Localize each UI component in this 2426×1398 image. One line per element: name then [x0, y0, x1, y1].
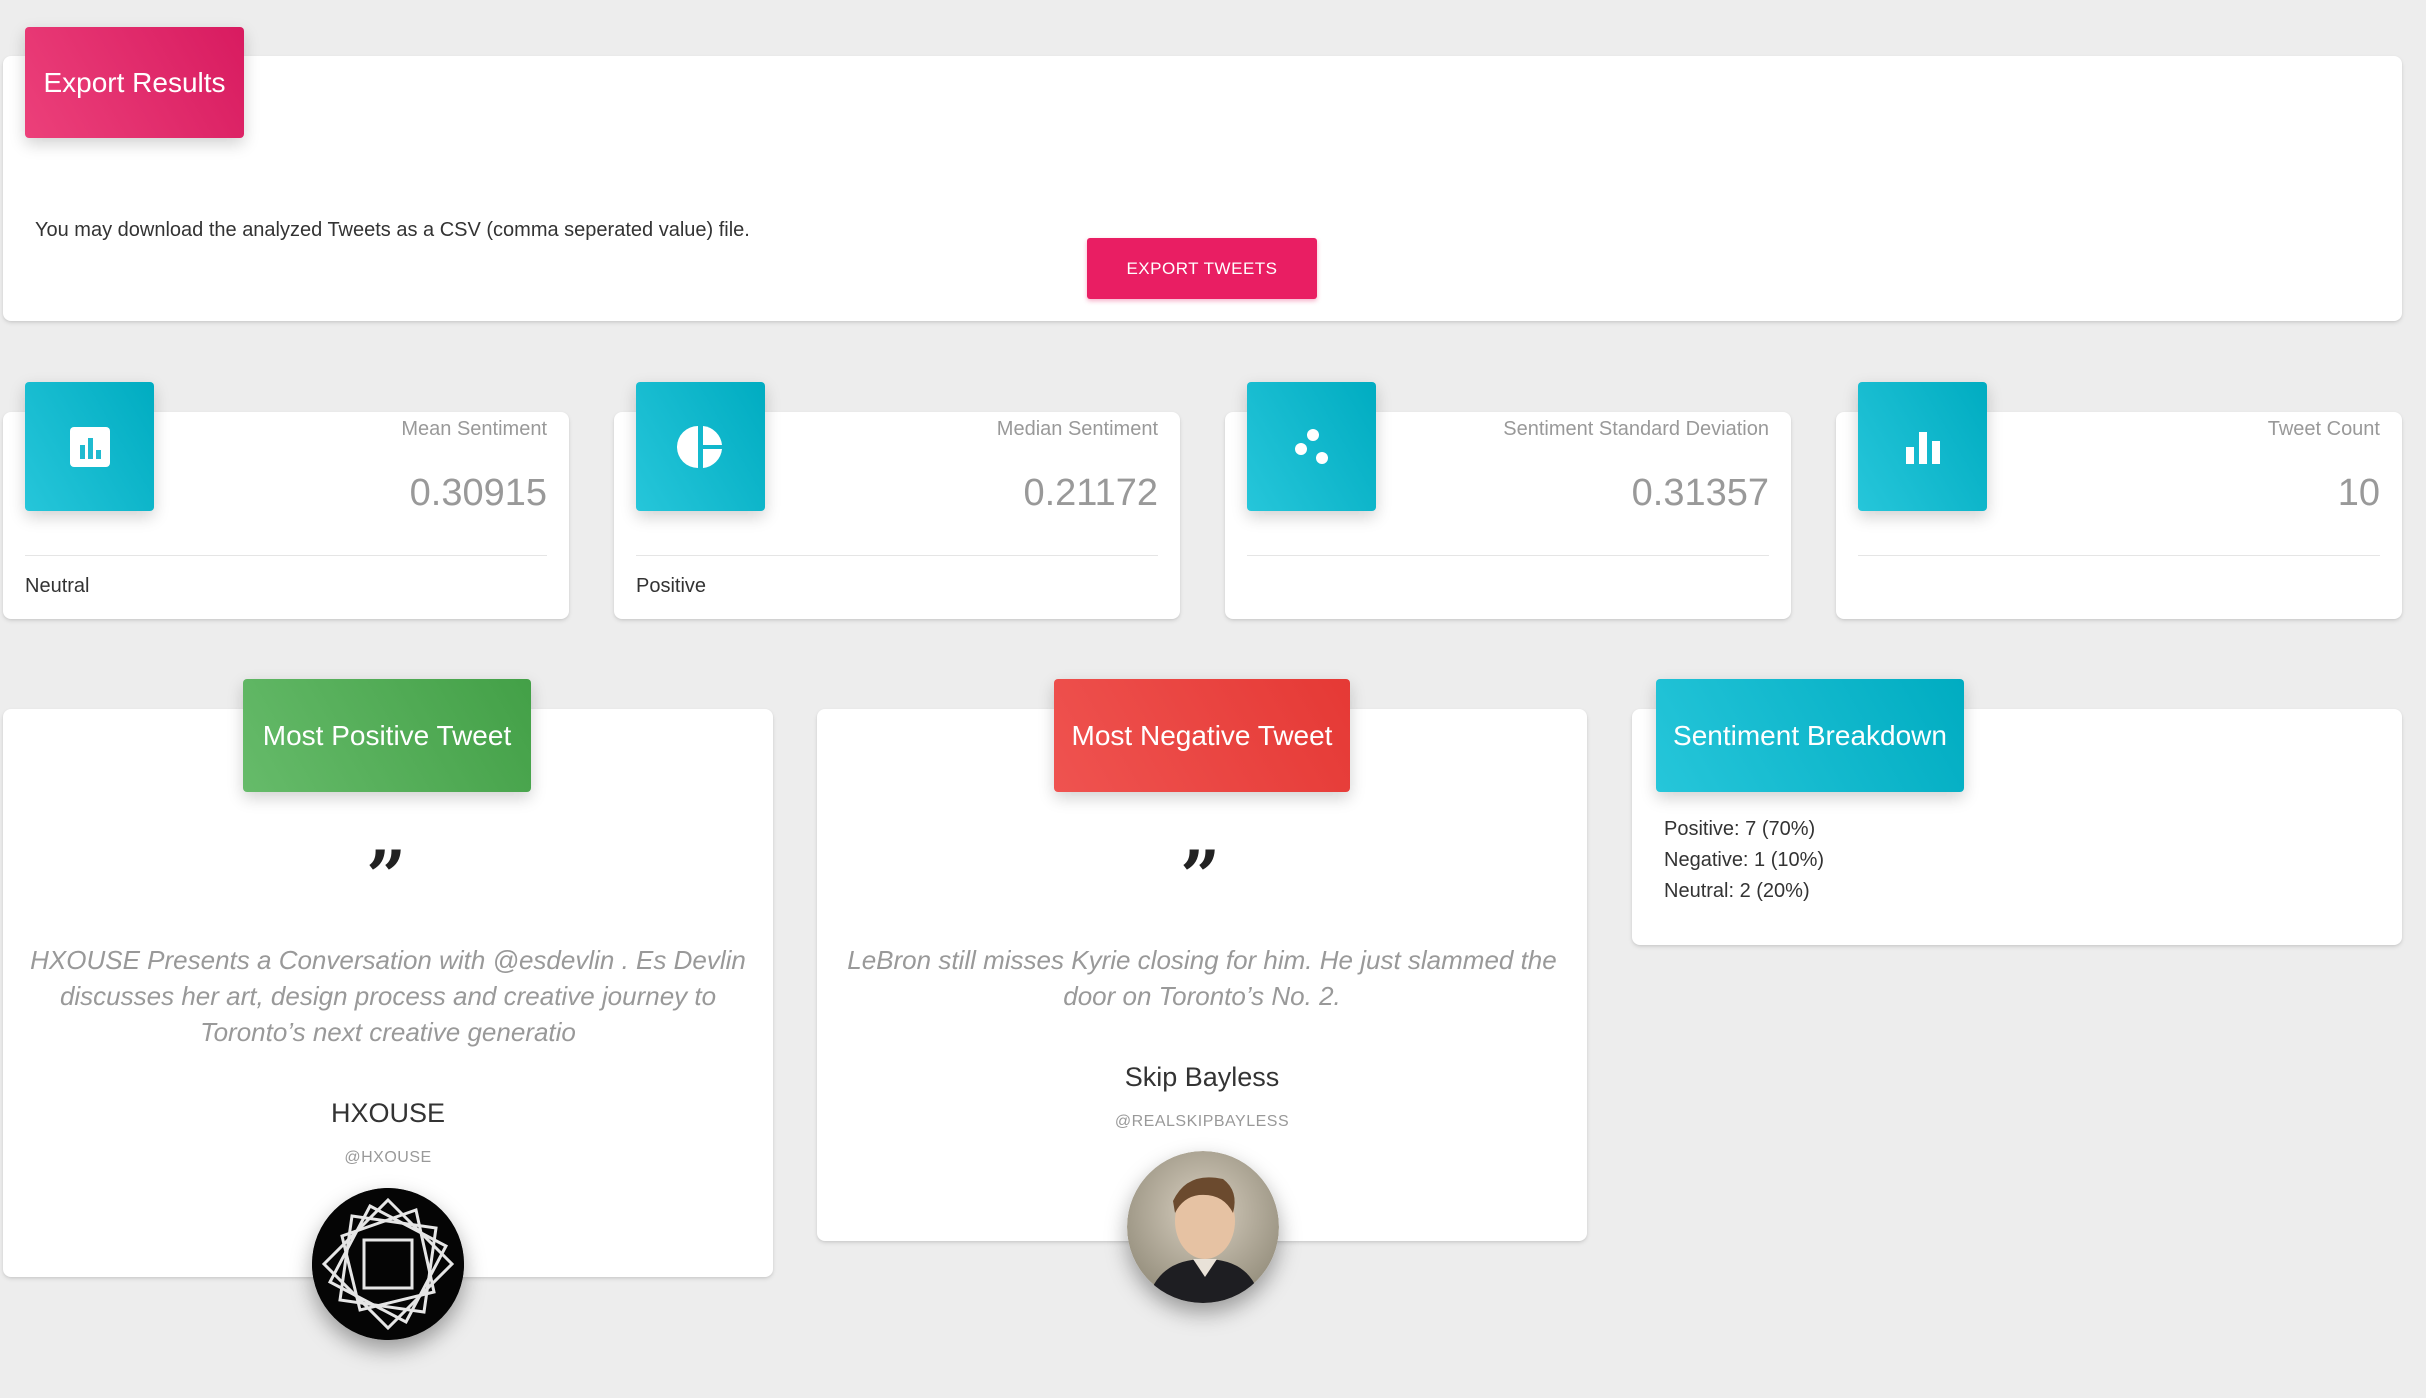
export-card: Export Results You may download the anal…: [3, 27, 2402, 321]
positive-tweet-author-name: HXOUSE: [330, 1098, 446, 1128]
stat-title-median: Median Sentiment: [996, 418, 1158, 440]
positive-tweet-header: Most Positive Tweet: [243, 679, 531, 792]
avatar[interactable]: [312, 1188, 464, 1340]
stat-divider: [1247, 555, 1769, 556]
negative-tweet-author-name: Skip Bayless: [1124, 1062, 1280, 1092]
breakdown-neutral: Neutral: 2 (20%): [1664, 880, 1810, 902]
stat-value-median: 0.21172: [1023, 472, 1158, 514]
bar-chart-icon: [25, 382, 154, 511]
negative-tweet-header: Most Negative Tweet: [1054, 679, 1350, 792]
quote-icon: ”: [366, 835, 407, 918]
stat-title-mean: Mean Sentiment: [401, 418, 547, 440]
stat-footer-mean: Neutral: [25, 575, 90, 597]
stat-value-count: 10: [2337, 472, 2380, 514]
export-header: Export Results: [25, 27, 244, 138]
avatar[interactable]: [1127, 1151, 1279, 1303]
stat-divider: [1858, 555, 2380, 556]
stat-value-stddev: 0.31357: [1631, 472, 1769, 514]
sentiment-breakdown-header: Sentiment Breakdown: [1656, 679, 1964, 792]
export-tweets-button[interactable]: EXPORT TWEETS: [1087, 238, 1317, 299]
negative-tweet-text: LeBron still misses Kyrie closing for hi…: [847, 945, 1557, 1011]
export-description: You may download the analyzed Tweets as …: [35, 219, 750, 241]
negative-tweet-author-handle[interactable]: @REALSKIPBAYLESS: [817, 1113, 1587, 1131]
stat-title-count: Tweet Count: [2267, 418, 2380, 440]
breakdown-positive: Positive: 7 (70%): [1664, 818, 1816, 840]
stat-divider: [25, 555, 547, 556]
dashboard-page: Export Results You may download the anal…: [0, 0, 2426, 1398]
positive-tweet-author-handle[interactable]: @HXOUSE: [3, 1149, 773, 1167]
quote-icon: ”: [1180, 835, 1221, 918]
bar-graph-icon: [1858, 382, 1987, 511]
breakdown-negative: Negative: 1 (10%): [1664, 849, 1825, 871]
stat-divider: [636, 555, 1158, 556]
scatter-dots-icon: [1247, 382, 1376, 511]
stat-footer-median: Positive: [636, 575, 707, 597]
stat-value-mean: 0.30915: [409, 472, 547, 514]
stat-title-stddev: Sentiment Standard Deviation: [1503, 418, 1769, 440]
positive-tweet-text: HXOUSE Presents a Conversation with @esd…: [30, 945, 746, 1047]
pie-chart-icon: [636, 382, 765, 511]
